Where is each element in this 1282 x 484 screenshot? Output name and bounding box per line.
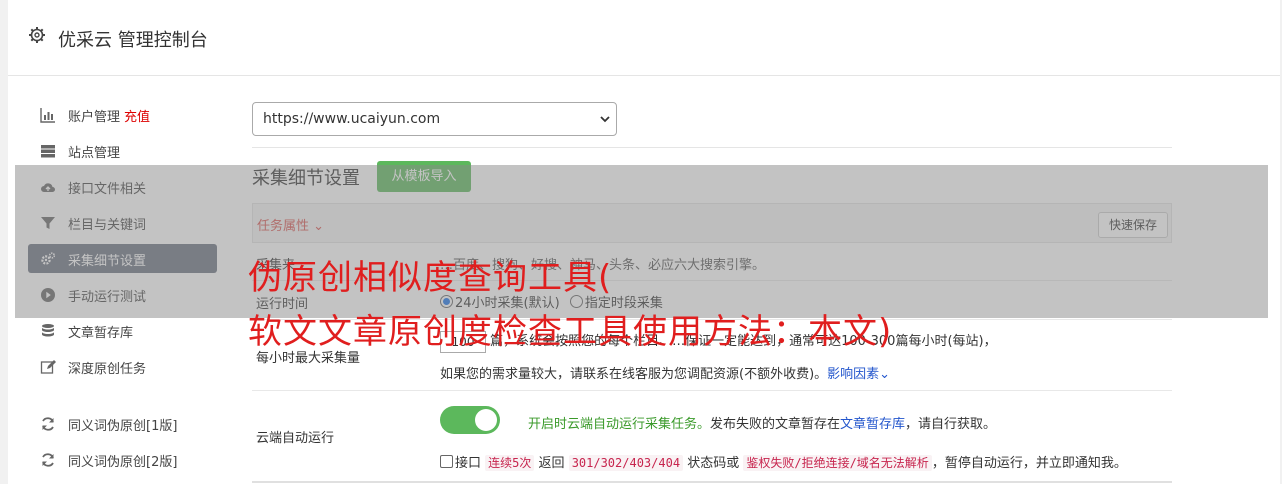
- watermark-line-1: 伪原创相似度查询工具(: [248, 258, 613, 298]
- sidebar-item-account[interactable]: 账户管理 充值: [28, 100, 217, 129]
- sidebar-item-label: 站点管理: [68, 146, 121, 161]
- site-select[interactable]: https://www.ucaiyun.com: [252, 102, 617, 136]
- impact-factors-link[interactable]: 影响因素⌄: [827, 367, 890, 382]
- sidebar-item-label: 同义词伪原创[2版]: [68, 455, 178, 470]
- sidebar-item-article-store[interactable]: 文章暂存库: [28, 316, 217, 345]
- divider: [252, 147, 1172, 148]
- recharge-link[interactable]: 充值: [124, 110, 150, 125]
- row-text: 状态码或: [687, 456, 740, 471]
- sidebar-item-sites[interactable]: 站点管理: [28, 136, 217, 165]
- cloud-run-toggle[interactable]: [440, 406, 500, 434]
- sidebar-item-synonym-v1[interactable]: 同义词伪原创[1版]: [28, 409, 217, 438]
- code-tag: 301/302/403/404: [568, 455, 684, 471]
- sidebar-item-deep-original[interactable]: 深度原创任务: [28, 352, 217, 381]
- row-label: 云端自动运行: [256, 431, 335, 446]
- sidebar-item-label: 同义词伪原创[1版]: [68, 419, 178, 434]
- pause-notify-checkbox[interactable]: [440, 455, 453, 468]
- database-icon: [42, 324, 54, 337]
- site-select-value: https://www.ucaiyun.com: [263, 111, 441, 127]
- article-store-link[interactable]: 文章暂存库: [840, 417, 905, 432]
- page-title: 优采云 管理控制台: [58, 30, 208, 51]
- edit-icon: [40, 360, 56, 374]
- row-text: ，暂停自动运行，并立即通知我。: [931, 456, 1127, 471]
- code-tag: 鉴权失败/拒绝连接/域名无法解析: [743, 455, 932, 471]
- row-text: 发布失败的文章暂存在: [710, 417, 841, 432]
- sidebar-item-label: 账户管理: [68, 110, 121, 125]
- refresh-icon: [42, 453, 54, 467]
- server-icon: [41, 145, 55, 158]
- refresh-icon: [42, 417, 54, 431]
- row-text: 返回: [538, 456, 565, 471]
- row-cloud-run: 云端自动运行 开启时云端自动运行采集任务。发布失败的文章暂存在文章暂存库，请自行…: [252, 391, 1172, 483]
- row-text: ，请自行获取。: [905, 417, 997, 432]
- row-text: 接口: [455, 456, 482, 471]
- code-tag: 连续5次: [485, 455, 535, 471]
- bar-chart-icon: [40, 108, 55, 123]
- sidebar-item-label: 深度原创任务: [68, 362, 147, 377]
- chevron-down-icon: [600, 116, 610, 123]
- row-text: 如果您的需求量较大，请联系在线客服为您调配资源(不额外收费)。: [440, 367, 828, 382]
- watermark-line-2: 软文文章原创度检查工具使用方法：本文): [248, 312, 893, 352]
- sidebar-item-synonym-v2[interactable]: 同义词伪原创[2版]: [28, 445, 217, 474]
- sidebar-item-label: 文章暂存库: [68, 326, 134, 341]
- row-text: 开启时云端自动运行采集任务。: [528, 417, 711, 432]
- gear-icon: [29, 27, 45, 43]
- watermark-overlay: [15, 165, 1268, 318]
